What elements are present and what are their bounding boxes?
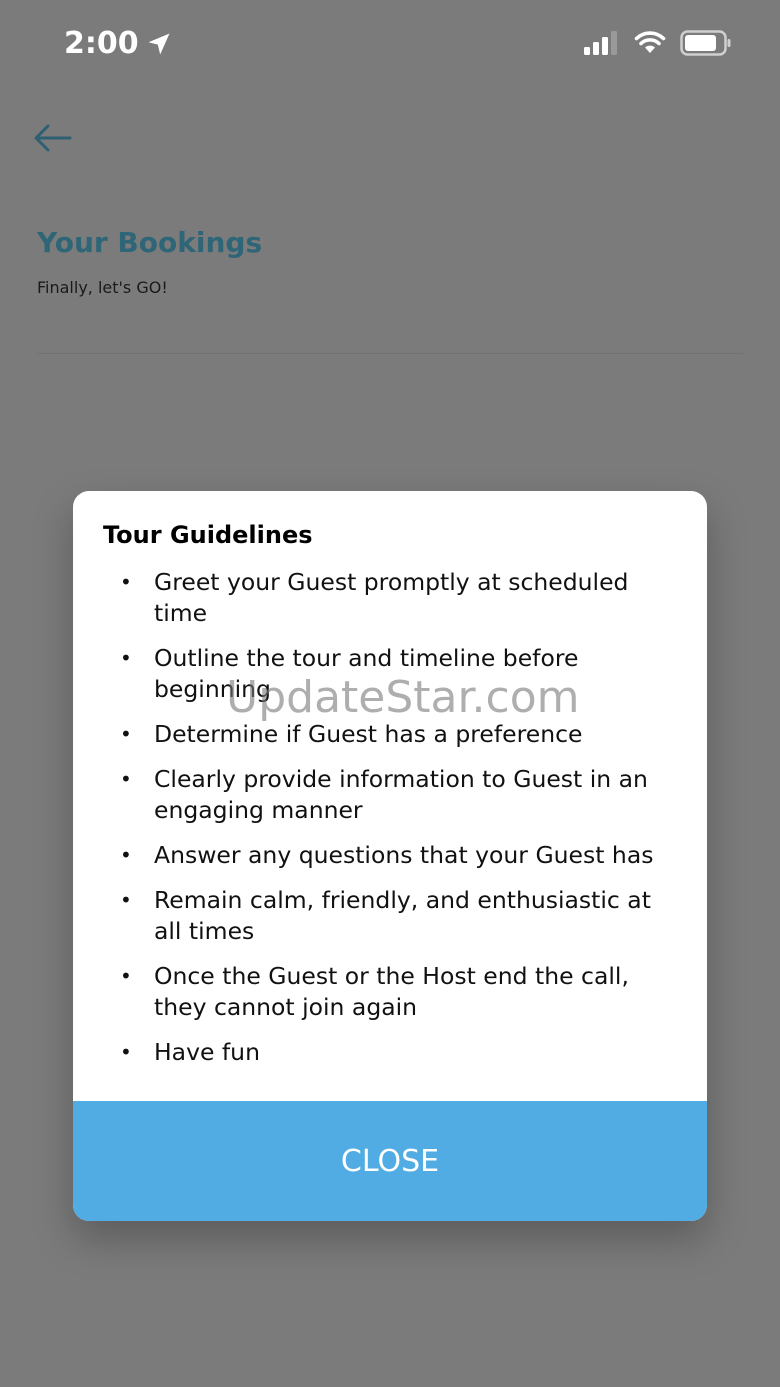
list-item: • Have fun <box>103 1037 683 1068</box>
list-item: • Once the Guest or the Host end the call… <box>103 961 683 1023</box>
list-item-text: Greet your Guest promptly at scheduled t… <box>154 568 629 627</box>
battery-icon <box>680 30 731 56</box>
bullet-icon: • <box>120 964 132 988</box>
list-item: • Greet your Guest promptly at scheduled … <box>103 567 683 629</box>
arrow-left-icon <box>34 124 72 152</box>
bullet-icon: • <box>120 888 132 912</box>
list-item: • Determine if Guest has a preference <box>103 719 683 750</box>
close-button[interactable]: CLOSE <box>73 1101 707 1221</box>
location-arrow-icon <box>148 33 170 54</box>
list-item-text: Outline the tour and timeline before beg… <box>154 644 579 703</box>
page-subtitle: Finally, let's GO! <box>37 278 168 297</box>
dialog-title: Tour Guidelines <box>103 521 313 549</box>
list-item-text: Remain calm, friendly, and enthusiastic … <box>154 886 651 945</box>
list-item: • Answer any questions that your Guest ha… <box>103 840 683 871</box>
list-item-text: Have fun <box>154 1038 260 1066</box>
list-item-text: Answer any questions that your Guest has <box>154 841 654 869</box>
bullet-icon: • <box>120 646 132 670</box>
list-item: • Remain calm, friendly, and enthusiastic… <box>103 885 683 947</box>
list-item-text: Determine if Guest has a preference <box>154 720 583 748</box>
wifi-icon <box>634 31 666 53</box>
bullet-icon: • <box>120 843 132 867</box>
list-item-text: Clearly provide information to Guest in … <box>154 765 648 824</box>
cellular-signal-icon <box>584 31 617 55</box>
list-item: • Clearly provide information to Guest in… <box>103 764 683 826</box>
bullet-icon: • <box>120 570 132 594</box>
tour-guidelines-dialog: Tour Guidelines • Greet your Guest prompt… <box>73 491 707 1221</box>
bullet-icon: • <box>120 1040 132 1064</box>
status-bar: 2:00 <box>0 0 780 90</box>
list-item: • Outline the tour and timeline before be… <box>103 643 683 705</box>
bullet-icon: • <box>120 722 132 746</box>
page-title: Your Bookings <box>37 226 263 259</box>
guidelines-list: • Greet your Guest promptly at scheduled … <box>103 567 683 1082</box>
status-icons <box>584 30 732 56</box>
status-time: 2:00 <box>64 26 173 61</box>
bullet-icon: • <box>120 767 132 791</box>
list-item-text: Once the Guest or the Host end the call,… <box>154 962 629 1021</box>
back-button[interactable] <box>30 116 74 160</box>
status-time-text: 2:00 <box>64 26 139 61</box>
header-divider <box>37 353 743 354</box>
